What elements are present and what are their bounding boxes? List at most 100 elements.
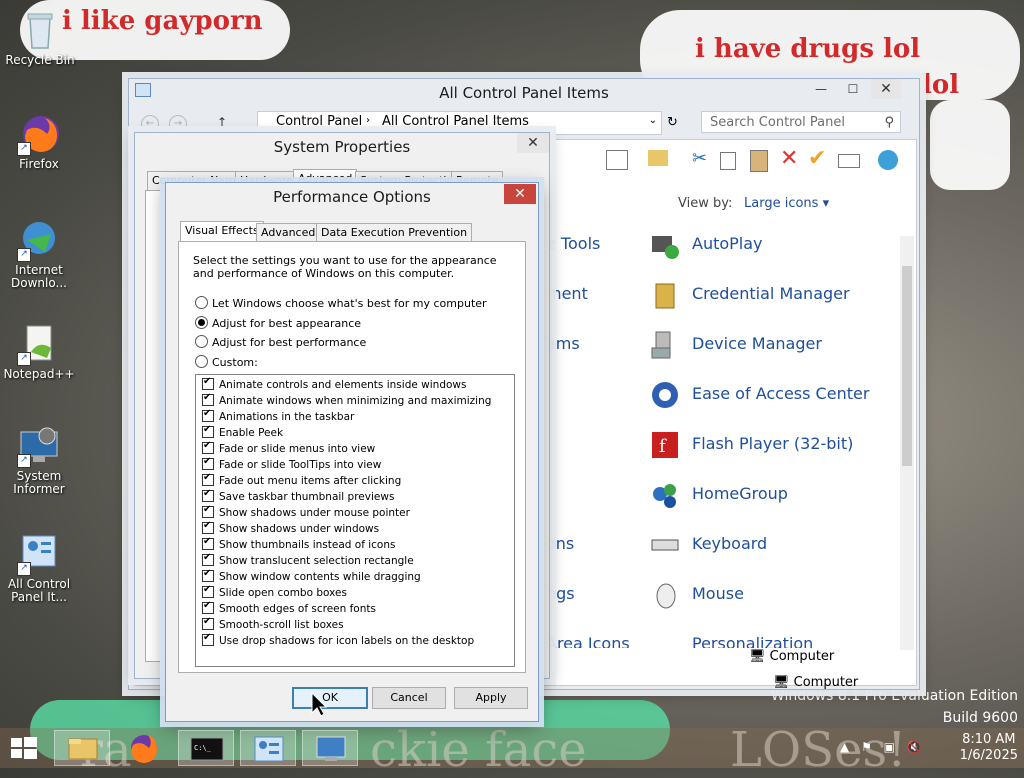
breadcrumb-item[interactable]: Control Panel	[276, 114, 362, 129]
device-manager-icon	[650, 330, 680, 360]
close-button[interactable]: ✕	[504, 184, 536, 204]
taskbar-system-properties[interactable]	[302, 730, 358, 766]
maximize-button[interactable]: ☐	[839, 79, 867, 99]
search-input[interactable]: Search Control Panel ⚲	[701, 111, 901, 133]
cp-item-ease-of-access[interactable]: Ease of Access Center	[652, 382, 869, 408]
windows-logo-icon	[11, 737, 37, 759]
effect-checkbox[interactable]: Show thumbnails instead of icons	[202, 536, 395, 551]
taskbar-firefox[interactable]	[116, 730, 172, 766]
cp-item-keyboard[interactable]: Keyboard	[651, 534, 767, 553]
item-text-fragment[interactable]: e Tools	[546, 234, 600, 253]
radio-best-appearance[interactable]: Adjust for best appearance	[195, 316, 361, 330]
desktop-icon-label: Notepad++	[3, 367, 75, 381]
taskbar-command-prompt[interactable]: C:\_	[178, 730, 234, 766]
effect-checkbox[interactable]: Smooth edges of screen fonts	[202, 600, 376, 615]
tab-data-execution-prevention[interactable]: Data Execution Prevention	[316, 223, 473, 242]
effect-checkbox[interactable]: Show translucent selection rectangle	[202, 552, 414, 567]
desktop-icon-firefox[interactable]: ↗ Firefox	[1, 112, 77, 171]
visual-effects-list[interactable]: Animate controls and elements inside win…	[195, 374, 515, 667]
desktop-icon-recycle-bin[interactable]: Recycle Bin	[2, 8, 78, 67]
taskbar-control-panel[interactable]	[240, 730, 296, 766]
address-dropdown-icon[interactable]: ⌄	[649, 115, 657, 126]
effect-checkbox[interactable]: Use drop shadows for icon labels on the …	[202, 632, 474, 647]
effect-checkbox[interactable]: Show shadows under mouse pointer	[202, 504, 410, 519]
paste-icon[interactable]	[750, 150, 768, 172]
minimize-button[interactable]: —	[807, 79, 835, 99]
clock[interactable]: 8:10 AM 1/6/2025	[960, 732, 1018, 764]
start-button[interactable]	[10, 736, 38, 760]
preview-pane-icon[interactable]	[606, 150, 628, 170]
close-button[interactable]: ✕	[517, 133, 549, 153]
effect-checkbox[interactable]: Animate windows when minimizing and maxi…	[202, 392, 491, 407]
desktop-icon-label: All Control Panel It...	[7, 577, 71, 604]
desktop-icon-internet-download-manager[interactable]: ↗ Internet Downlo...	[1, 218, 77, 290]
effect-checkbox[interactable]: Show shadows under windows	[202, 520, 379, 535]
item-text-fragment[interactable]: ngs	[546, 584, 575, 603]
effect-checkbox[interactable]: Smooth-scroll list boxes	[202, 616, 344, 631]
effect-checkbox[interactable]: Fade or slide ToolTips into view	[202, 456, 381, 471]
homegroup-icon	[650, 480, 680, 510]
desktop-icon-notepad-plus-plus[interactable]: ↗ Notepad++	[1, 322, 77, 381]
cp-item-personalization[interactable]: Personalization	[692, 634, 813, 648]
refresh-button[interactable]: ↻	[667, 115, 678, 130]
radio-button-selected[interactable]	[195, 316, 208, 329]
effect-checkbox[interactable]: Fade out menu items after clicking	[202, 472, 401, 487]
firefox-icon: ↗	[17, 112, 61, 156]
cp-item-flash-player[interactable]: f Flash Player (32-bit)	[652, 432, 853, 458]
show-hidden-icons-icon[interactable]: ▲	[840, 740, 849, 754]
globe-icon[interactable]	[878, 150, 898, 170]
ok-button[interactable]: OK	[292, 687, 368, 709]
cp-item-mouse[interactable]: Mouse	[656, 583, 744, 609]
action-center-flag-icon[interactable]: ⚑	[861, 740, 872, 754]
radio-button[interactable]	[195, 296, 208, 309]
item-text-fragment[interactable]: ams	[546, 334, 580, 353]
effect-checkbox[interactable]: Fade or slide menus into view	[202, 440, 375, 455]
back-button[interactable]: ←	[141, 115, 159, 133]
desktop-icon-all-control-panel[interactable]: ↗ All Control Panel It...	[1, 532, 77, 604]
effect-checkbox[interactable]: Save taskbar thumbnail previews	[202, 488, 394, 503]
cancel-button[interactable]: Cancel	[372, 687, 446, 709]
effect-checkbox[interactable]: Animate controls and elements inside win…	[202, 376, 466, 391]
cut-icon[interactable]: ✂	[692, 148, 707, 169]
radio-button[interactable]	[195, 355, 208, 368]
rename-icon[interactable]	[838, 154, 860, 168]
effect-checkbox[interactable]: Show window contents while dragging	[202, 568, 421, 583]
radio-custom[interactable]: Custom:	[195, 355, 258, 369]
network-icon[interactable]: ▣	[884, 740, 895, 754]
item-text-fragment[interactable]: Area Icons	[546, 634, 630, 648]
delete-icon[interactable]: ✕	[780, 146, 798, 171]
cp-item-homegroup[interactable]: HomeGroup	[653, 484, 788, 508]
apply-button[interactable]: Apply	[454, 687, 528, 709]
shortcut-arrow-icon: ↗	[17, 142, 31, 156]
up-button[interactable]: ↑	[217, 115, 227, 129]
check-icon[interactable]: ✔	[808, 146, 826, 171]
view-by-dropdown[interactable]: Large icons ▾	[744, 196, 829, 211]
scrollbar-thumb[interactable]	[902, 266, 912, 466]
status-computer: 🖥 Computer	[749, 649, 835, 664]
radio-best-performance[interactable]: Adjust for best performance	[195, 335, 366, 349]
cp-item-device-manager[interactable]: Device Manager	[651, 331, 822, 359]
tab-visual-effects[interactable]: Visual Effects	[180, 221, 264, 242]
item-text-fragment[interactable]: ment	[546, 284, 588, 303]
tab-advanced[interactable]: Advanced	[256, 223, 321, 242]
effect-checkbox[interactable]: Animations in the taskbar	[202, 408, 354, 423]
breadcrumb-item[interactable]: All Control Panel Items	[382, 114, 529, 129]
graffiti-text: i have drugs lol	[695, 34, 921, 64]
vertical-scrollbar[interactable]	[900, 236, 914, 650]
taskbar-file-explorer[interactable]	[54, 730, 110, 766]
copy-icon[interactable]	[720, 152, 736, 170]
keyboard-icon	[650, 530, 680, 560]
volume-muted-icon[interactable]: 🔇	[907, 740, 922, 754]
radio-let-windows-choose[interactable]: Let Windows choose what's best for my co…	[195, 296, 487, 310]
cp-item-credential-manager[interactable]: Credential Manager	[655, 283, 850, 309]
desktop-icon-system-informer[interactable]: ↗ System Informer	[1, 424, 77, 496]
cp-item-autoplay[interactable]: AutoPlay	[652, 234, 763, 259]
radio-button[interactable]	[195, 335, 208, 348]
idm-icon: ↗	[17, 218, 61, 262]
effect-checkbox[interactable]: Slide open combo boxes	[202, 584, 347, 599]
effect-checkbox[interactable]: Enable Peek	[202, 424, 283, 439]
folder-icon[interactable]	[648, 150, 668, 166]
close-button[interactable]: ✕	[871, 79, 901, 99]
forward-button[interactable]: →	[169, 115, 187, 133]
item-text-fragment[interactable]: ons	[546, 534, 574, 553]
